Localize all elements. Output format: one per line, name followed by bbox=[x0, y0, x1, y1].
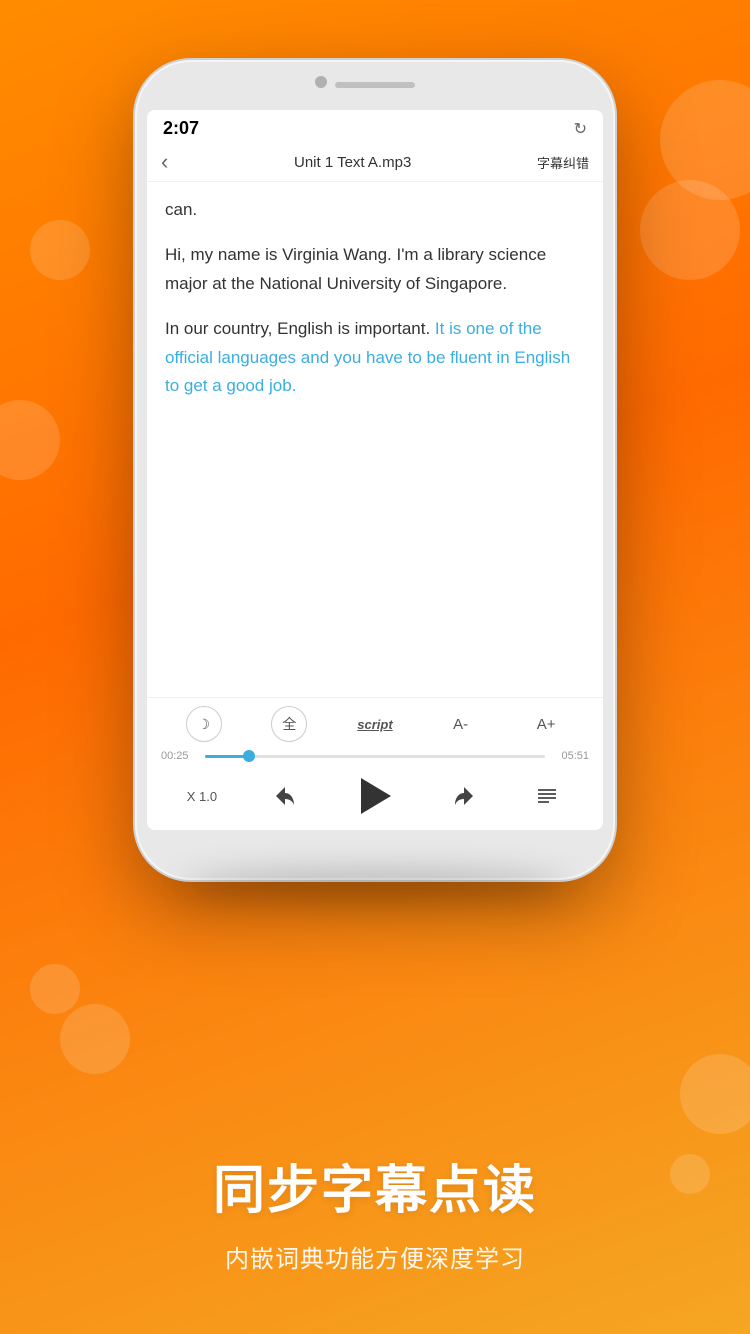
bg-decoration-5 bbox=[30, 964, 80, 1014]
status-time: 2:07 bbox=[163, 118, 199, 139]
status-bar: 2:07 ↻ bbox=[147, 110, 603, 143]
font-minus-icon: A- bbox=[453, 716, 468, 733]
bg-decoration-4 bbox=[640, 180, 740, 280]
current-time: 00:25 bbox=[161, 750, 197, 762]
phone-screen: 2:07 ↻ ‹ Unit 1 Text A.mp3 字幕纠错 can. Hi,… bbox=[147, 110, 603, 830]
player-icon-row: ☽ 全 script A- A+ bbox=[161, 706, 589, 742]
bg-decoration-6 bbox=[60, 1004, 130, 1074]
refresh-icon: ↻ bbox=[574, 119, 587, 139]
playback-controls: X 1.0 bbox=[161, 770, 589, 822]
bg-decoration-3 bbox=[30, 220, 90, 280]
forward-button[interactable] bbox=[448, 780, 480, 812]
phone-shadow bbox=[183, 870, 567, 900]
text-paragraph-1: Hi, my name is Virginia Wang. I'm a libr… bbox=[165, 241, 585, 299]
text-paragraph-2: In our country, English is important. It… bbox=[165, 315, 585, 402]
nav-title: Unit 1 Text A.mp3 bbox=[294, 154, 411, 171]
full-text-icon: 全 bbox=[282, 714, 296, 734]
bg-decoration-2 bbox=[0, 400, 60, 480]
content-area: can. Hi, my name is Virginia Wang. I'm a… bbox=[147, 182, 603, 697]
text-normal: In our country, English is important. bbox=[165, 319, 435, 338]
font-decrease-button[interactable]: A- bbox=[443, 706, 479, 742]
phone-camera bbox=[315, 76, 327, 88]
bottom-section: 同步字幕点读 内嵌词典功能方便深度学习 bbox=[0, 1148, 750, 1274]
play-icon bbox=[361, 778, 391, 814]
text-paragraph-0: can. bbox=[165, 196, 585, 225]
playlist-button[interactable] bbox=[531, 780, 563, 812]
font-increase-button[interactable]: A+ bbox=[528, 706, 564, 742]
script-button[interactable]: script bbox=[357, 706, 393, 742]
nav-bar: ‹ Unit 1 Text A.mp3 字幕纠错 bbox=[147, 143, 603, 182]
text-line-1: Hi, my name is Virginia Wang. I'm a libr… bbox=[165, 245, 546, 293]
rewind-button[interactable] bbox=[269, 780, 301, 812]
script-icon: script bbox=[357, 717, 392, 732]
progress-bar[interactable] bbox=[205, 755, 545, 758]
full-text-button[interactable]: 全 bbox=[271, 706, 307, 742]
main-heading: 同步字幕点读 bbox=[40, 1148, 710, 1223]
font-plus-icon: A+ bbox=[537, 716, 556, 733]
play-button[interactable] bbox=[352, 774, 396, 818]
subtitle-correct-button[interactable]: 字幕纠错 bbox=[537, 153, 589, 172]
progress-thumb[interactable] bbox=[243, 750, 255, 762]
bg-decoration-7 bbox=[680, 1054, 750, 1134]
total-time: 05:51 bbox=[553, 750, 589, 762]
progress-row: 00:25 05:51 bbox=[161, 750, 589, 762]
text-line-0: can. bbox=[165, 200, 197, 219]
night-mode-button[interactable]: ☽ bbox=[186, 706, 222, 742]
phone-mockup: 2:07 ↻ ‹ Unit 1 Text A.mp3 字幕纠错 can. Hi,… bbox=[135, 60, 615, 880]
moon-icon: ☽ bbox=[198, 716, 211, 733]
text-line-2-normal: In our country, English is important. It… bbox=[165, 319, 570, 396]
back-button[interactable]: ‹ bbox=[161, 149, 168, 175]
player-area: ☽ 全 script A- A+ bbox=[147, 697, 603, 830]
phone-frame: 2:07 ↻ ‹ Unit 1 Text A.mp3 字幕纠错 can. Hi,… bbox=[135, 60, 615, 880]
sub-heading: 内嵌词典功能方便深度学习 bbox=[40, 1239, 710, 1274]
phone-speaker bbox=[335, 82, 415, 88]
playback-speed[interactable]: X 1.0 bbox=[187, 789, 217, 804]
